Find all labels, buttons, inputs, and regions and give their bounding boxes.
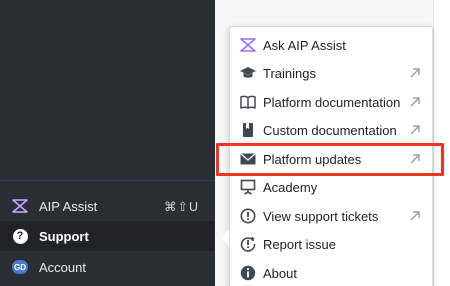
menu-item-report-issue[interactable]: Report issue [230, 230, 434, 258]
menu-item-label: Academy [263, 179, 318, 195]
menu-item-label: Custom documentation [263, 122, 397, 138]
avatar: GD [12, 259, 28, 275]
graduation-cap-icon [240, 65, 256, 81]
info-icon [240, 265, 256, 281]
menu-item-custom-documentation[interactable]: Custom documentation [230, 116, 434, 144]
menu-item-ask-aip-assist[interactable]: Ask AIP Assist [230, 31, 434, 59]
menu-item-academy[interactable]: Academy [230, 173, 434, 201]
external-link-icon [410, 97, 420, 107]
external-link-icon [410, 125, 420, 135]
menu-item-label: Ask AIP Assist [263, 37, 346, 53]
external-link-icon [410, 211, 420, 221]
bookmark-book-icon [240, 122, 256, 138]
sidebar-item-label: AIP Assist [39, 198, 98, 214]
external-link-icon [410, 68, 420, 78]
sidebar-item-aip-assist[interactable]: AIP Assist ⌘⇧U [0, 191, 215, 221]
presentation-icon [240, 179, 256, 195]
menu-item-platform-documentation[interactable]: Platform documentation [230, 88, 434, 116]
report-issue-icon [240, 236, 256, 252]
sidebar-item-account[interactable]: GD Account [0, 252, 215, 282]
menu-item-label: Report issue [263, 236, 336, 252]
menu-item-label: About [263, 265, 297, 281]
sidebar: AIP Assist ⌘⇧U ? Support GD Account [0, 0, 215, 286]
book-icon [240, 94, 256, 110]
aip-assist-icon [240, 37, 256, 53]
menu-item-trainings[interactable]: Trainings [230, 59, 434, 87]
menu-item-view-support-tickets[interactable]: View support tickets [230, 202, 434, 230]
sidebar-item-label: Account [39, 259, 86, 275]
menu-item-label: Platform documentation [263, 94, 401, 110]
sidebar-item-support[interactable]: ? Support [0, 221, 215, 251]
sidebar-item-label: Support [39, 228, 89, 244]
highlight-box [216, 143, 444, 176]
sidebar-divider [0, 180, 215, 181]
menu-item-about[interactable]: About [230, 259, 434, 286]
keyboard-shortcut: ⌘⇧U [163, 199, 199, 214]
help-icon: ? [12, 228, 28, 244]
menu-caret [221, 230, 229, 246]
aip-assist-icon [12, 198, 28, 214]
menu-item-label: View support tickets [263, 208, 379, 224]
warning-circle-icon [240, 208, 256, 224]
menu-item-label: Trainings [263, 65, 316, 81]
